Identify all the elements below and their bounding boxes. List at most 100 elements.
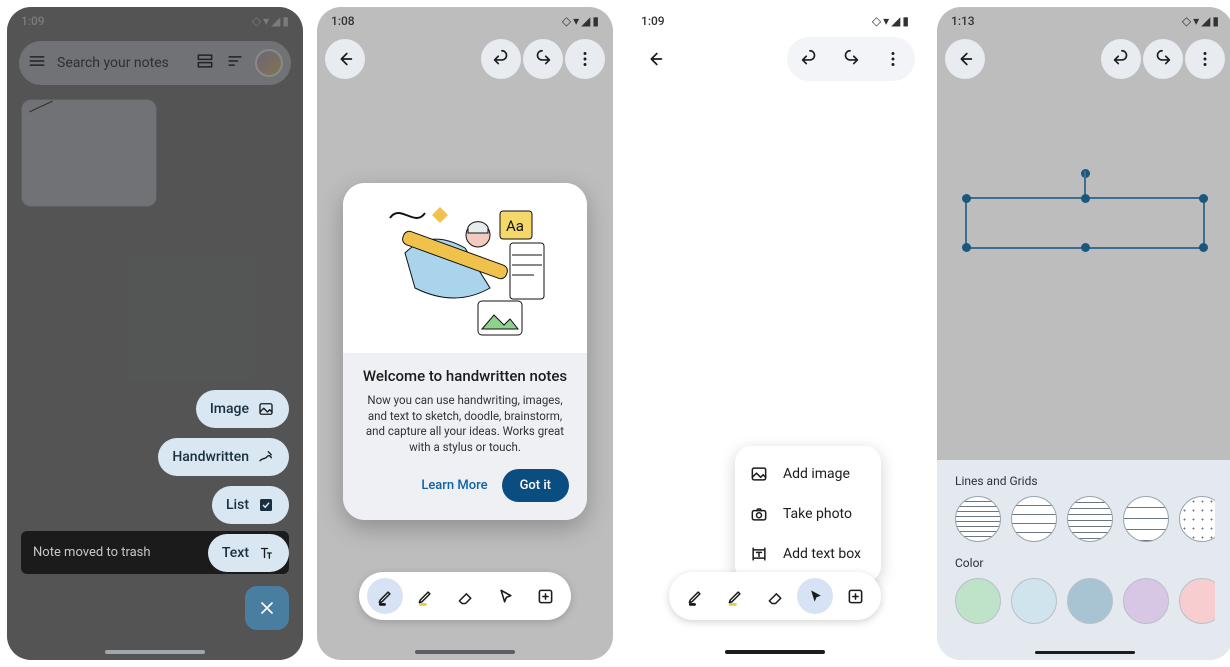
undo-button[interactable] [1101, 39, 1141, 79]
menu-item-label: Add text box [783, 546, 861, 562]
sheet-section-lines: Lines and Grids [955, 474, 1215, 488]
pattern-wide-lines[interactable] [1011, 496, 1057, 542]
menu-item-add-textbox[interactable]: Add text box [735, 534, 881, 574]
fab-close-button[interactable] [245, 586, 289, 630]
pen-tool[interactable] [677, 578, 713, 614]
screen-background-picker: 1:13 ◇▾◢▮ Lines and Grids [937, 7, 1230, 660]
more-vert-icon [882, 48, 904, 70]
color-swatch-2[interactable] [1067, 578, 1113, 624]
highlighter-tool[interactable] [407, 578, 443, 614]
snackbar-text: Note moved to trash [33, 545, 151, 560]
redo-icon [1152, 48, 1174, 70]
pen-tool[interactable] [367, 578, 403, 614]
fab-item-list[interactable]: List [212, 486, 289, 524]
redo-icon [840, 48, 862, 70]
draw-icon [257, 448, 275, 466]
menu-item-add-image[interactable]: Add image [735, 454, 881, 494]
learn-more-button[interactable]: Learn More [421, 478, 487, 493]
color-swatch-4[interactable] [1179, 578, 1215, 624]
pattern-small-grid[interactable] [1067, 496, 1113, 542]
fab-item-label: Handwritten [172, 449, 249, 465]
background-sheet: Lines and Grids Color [937, 460, 1230, 660]
back-button[interactable] [635, 39, 675, 79]
redo-button[interactable] [831, 39, 871, 79]
color-row [955, 578, 1215, 624]
overflow-button[interactable] [873, 39, 913, 79]
nav-pill [1035, 651, 1135, 654]
arrow-back-icon [954, 48, 976, 70]
more-vert-icon [574, 48, 596, 70]
redo-button[interactable] [1143, 39, 1183, 79]
close-icon [257, 598, 277, 618]
eraser-icon [765, 586, 786, 607]
nav-pill [105, 650, 205, 654]
select-tool[interactable] [487, 578, 523, 614]
highlighter-tool[interactable] [717, 578, 753, 614]
pattern-narrow-lines[interactable] [955, 496, 1001, 542]
fab-item-handwritten[interactable]: Handwritten [158, 438, 289, 476]
pen-icon [685, 586, 706, 607]
status-bar: 1:09 ◇▾◢▮ [627, 7, 923, 35]
menu-item-label: Add image [783, 466, 850, 482]
image-icon [749, 464, 769, 484]
color-swatch-0[interactable] [955, 578, 1001, 624]
fab-item-label: List [226, 497, 249, 513]
got-it-button[interactable]: Got it [502, 469, 569, 502]
back-button[interactable] [325, 39, 365, 79]
eraser-tool[interactable] [757, 578, 793, 614]
undo-icon [1110, 48, 1132, 70]
color-swatch-3[interactable] [1123, 578, 1169, 624]
drawing-toolbar [359, 572, 571, 620]
status-time: 1:09 [641, 14, 665, 28]
pattern-row [955, 496, 1215, 542]
undo-button[interactable] [789, 39, 829, 79]
overflow-button[interactable] [565, 39, 605, 79]
status-time: 1:13 [951, 14, 975, 28]
undo-button[interactable] [481, 39, 521, 79]
eraser-tool[interactable] [447, 578, 483, 614]
arrow-back-icon [334, 48, 356, 70]
screen-welcome-modal: 1:08 ◇▾◢▮ Aa [317, 7, 613, 660]
drawing-toolbar [669, 572, 881, 620]
cursor-icon [805, 586, 826, 607]
plus-box-icon [535, 586, 556, 607]
status-icons: ◇▾◢▮ [1182, 14, 1219, 28]
text-icon [257, 544, 275, 562]
status-bar: 1:08 ◇▾◢▮ [317, 7, 613, 35]
screen-notes-home: 1:09 ◇▾◢▮ Search your notes Note moved t… [7, 7, 303, 660]
insert-tool[interactable] [527, 578, 563, 614]
color-swatch-1[interactable] [1011, 578, 1057, 624]
fab-item-image[interactable]: Image [196, 390, 289, 428]
pattern-large-grid[interactable] [1123, 496, 1169, 542]
fab-speed-dial: Image Handwritten List Text [158, 390, 289, 630]
svg-text:Aa: Aa [506, 217, 524, 235]
status-icons: ◇▾◢▮ [872, 14, 909, 28]
fab-item-text[interactable]: Text [208, 534, 289, 572]
back-button[interactable] [945, 39, 985, 79]
app-bar [937, 35, 1230, 83]
status-bar: 1:13 ◇▾◢▮ [937, 7, 1230, 35]
menu-item-take-photo[interactable]: Take photo [735, 494, 881, 534]
overflow-button[interactable] [1185, 39, 1225, 79]
pen-icon [375, 586, 396, 607]
redo-icon [532, 48, 554, 70]
pattern-dots[interactable] [1179, 496, 1215, 542]
redo-button[interactable] [523, 39, 563, 79]
select-tool[interactable] [797, 578, 833, 614]
highlighter-icon [415, 586, 436, 607]
app-bar [317, 35, 613, 83]
undo-icon [490, 48, 512, 70]
welcome-dialog: Aa Welcome to handwritten notes Now you … [343, 183, 587, 520]
dialog-title: Welcome to handwritten notes [361, 367, 569, 385]
plus-box-icon [845, 586, 866, 607]
selection-box[interactable] [965, 197, 1205, 249]
textbox-icon [749, 544, 769, 564]
camera-icon [749, 504, 769, 524]
nav-pill [725, 650, 825, 654]
highlighter-icon [725, 586, 746, 607]
app-bar [627, 35, 923, 83]
undo-icon [798, 48, 820, 70]
image-icon [257, 400, 275, 418]
more-vert-icon [1194, 48, 1216, 70]
insert-tool[interactable] [837, 578, 873, 614]
